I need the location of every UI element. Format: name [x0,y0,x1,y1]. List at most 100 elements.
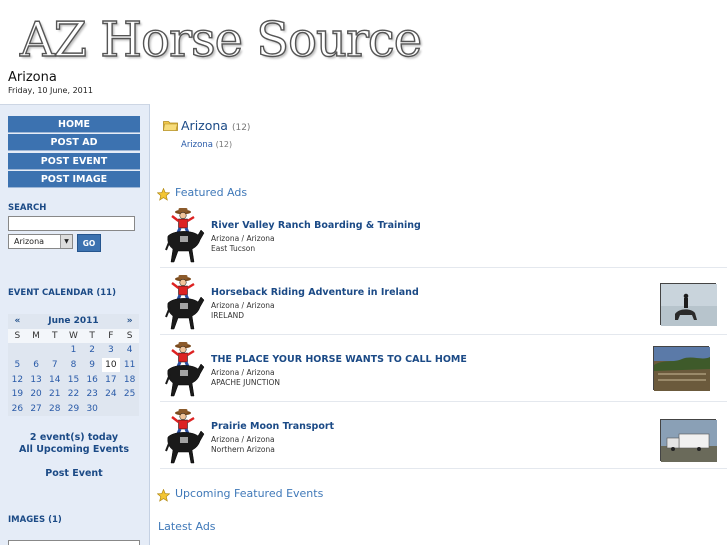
calendar-month-title: June 2011 [26,314,121,329]
calendar-day[interactable]: 16 [82,372,102,387]
calendar-day[interactable]: 4 [120,343,139,358]
calendar-day[interactable]: 28 [45,401,65,417]
calendar-week-row: 5 6 7 8 9 10 11 [8,357,139,373]
ad-city: IRELAND [211,311,245,320]
region-select[interactable]: Arizona ▼ [8,234,73,249]
calendar-weekday: S [120,328,139,344]
search-input[interactable] [8,216,135,231]
region-select-value: Arizona [14,237,45,246]
search-go-button[interactable]: GO [77,234,101,252]
calendar-day[interactable]: 17 [101,372,121,387]
ad-city: APACHE JUNCTION [211,378,281,387]
ad-title-link[interactable]: THE PLACE YOUR HORSE WANTS TO CALL HOME [211,354,467,365]
category-count: (12) [231,123,251,133]
calendar-empty-cell [101,401,121,417]
calendar-day[interactable]: 1 [64,343,83,358]
ad-title-link[interactable]: Prairie Moon Transport [211,421,334,432]
calendar-day[interactable]: 11 [120,357,139,373]
calendar-day[interactable]: 19 [8,386,27,402]
calendar-day[interactable]: 22 [64,386,83,402]
calendar-day[interactable]: 21 [45,386,65,402]
calendar-day[interactable]: 10 [101,357,121,373]
calendar-day[interactable]: 12 [8,372,27,387]
calendar-day[interactable]: 29 [64,401,83,417]
calendar-day[interactable]: 24 [101,386,121,402]
latest-ads-heading: Latest Ads [158,520,216,533]
post-event-link[interactable]: Post Event [0,468,148,479]
calendar-prev-month[interactable]: « [8,314,27,329]
calendar-empty-cell [26,343,46,358]
calendar-day[interactable]: 8 [64,357,83,373]
nav-post-image-button[interactable]: POST IMAGE [8,171,140,188]
ad-listing[interactable]: River Valley Ranch Boarding & Training A… [160,206,727,268]
cowboy-horse-icon[interactable] [162,273,205,333]
calendar-day[interactable]: 7 [45,357,65,373]
nav-home-button[interactable]: HOME [8,116,140,133]
calendar-empty-cell [120,401,139,417]
main-content: Arizona (12) Arizona (12) Featured Ads R… [151,104,727,545]
calendar-day[interactable]: 9 [82,357,102,373]
calendar-weekday: T [45,328,65,344]
ad-photo[interactable] [660,283,717,326]
ad-city: East Tucson [211,244,256,253]
category-title[interactable]: Arizona [181,118,228,133]
subcategory-link[interactable]: Arizona [181,140,213,150]
calendar-day[interactable]: 13 [26,372,46,387]
calendar-day[interactable]: 5 [8,357,27,373]
cowboy-horse-icon[interactable] [162,340,205,400]
cowboy-horse-icon[interactable] [162,407,205,467]
upcoming-featured-events-heading[interactable]: Upcoming Featured Events [175,487,323,500]
featured-ads-heading: Featured Ads [175,186,248,199]
images-label[interactable]: IMAGES (1) [8,515,62,525]
calendar-weekday: T [82,328,102,344]
ad-city: Northern Arizona [211,445,275,454]
calendar-day[interactable]: 3 [101,343,121,358]
event-calendar: « June 2011 » SMTWTFS 1 2 3 4 5 6 7 8 9 10 11 12 13 1… [8,314,139,417]
calendar-day[interactable]: 27 [26,401,46,417]
calendar-day[interactable]: 26 [8,401,27,417]
ad-location: Arizona / Arizona [211,234,275,243]
calendar-weekday: F [101,328,121,344]
ad-listing[interactable]: Prairie Moon Transport Arizona / Arizona… [160,407,727,469]
calendar-day[interactable]: 23 [82,386,102,402]
ad-listing[interactable]: Horseback Riding Adventure in Ireland Ar… [160,273,727,335]
dropdown-arrow-icon[interactable]: ▼ [60,235,72,248]
calendar-week-row: 26 27 28 29 30 [8,401,139,417]
ad-title-link[interactable]: River Valley Ranch Boarding & Training [211,220,421,231]
calendar-day[interactable]: 25 [120,386,139,402]
category-heading: Arizona (12) [181,118,250,133]
event-calendar-label[interactable]: EVENT CALENDAR (11) [8,288,116,298]
nav-post-event-button[interactable]: POST EVENT [8,153,140,170]
calendar-weekday: M [26,328,46,344]
calendar-day[interactable]: 18 [120,372,139,387]
ad-title-link[interactable]: Horseback Riding Adventure in Ireland [211,287,419,298]
sidebar: HOME POST AD POST EVENT POST IMAGE SEARC… [0,104,150,545]
calendar-day[interactable]: 30 [82,401,102,417]
calendar-day[interactable]: 2 [82,343,102,358]
events-today-link[interactable]: 2 event(s) today [0,432,148,443]
nav-post-ad-button[interactable]: POST AD [8,134,140,151]
site-header: AZ Horse Source Arizona Friday, 10 June,… [0,0,727,104]
image-preview-box [8,540,140,545]
calendar-day[interactable]: 15 [64,372,83,387]
folder-icon [163,121,178,131]
calendar-weekday: W [64,328,83,344]
ad-photo[interactable] [660,419,717,462]
ad-photo[interactable] [653,346,710,391]
subcategory-item: Arizona (12) [181,140,232,150]
site-logo[interactable]: AZ Horse Source [19,11,423,68]
calendar-weekday: S [8,328,27,344]
ad-location: Arizona / Arizona [211,368,275,377]
all-upcoming-events-link[interactable]: All Upcoming Events [0,444,148,455]
ad-listing[interactable]: THE PLACE YOUR HORSE WANTS TO CALL HOME … [160,340,727,402]
calendar-week-row: 1234 [8,343,139,358]
cowboy-horse-icon[interactable] [162,206,205,266]
page-region-title: Arizona [8,70,57,85]
calendar-day[interactable]: 6 [26,357,46,373]
calendar-week-row: 12 13 14 15 16 17 18 [8,372,139,387]
calendar-day[interactable]: 14 [45,372,65,387]
calendar-next-month[interactable]: » [120,314,139,329]
star-icon [157,188,170,201]
calendar-day[interactable]: 20 [26,386,46,402]
current-date: Friday, 10 June, 2011 [8,86,93,95]
